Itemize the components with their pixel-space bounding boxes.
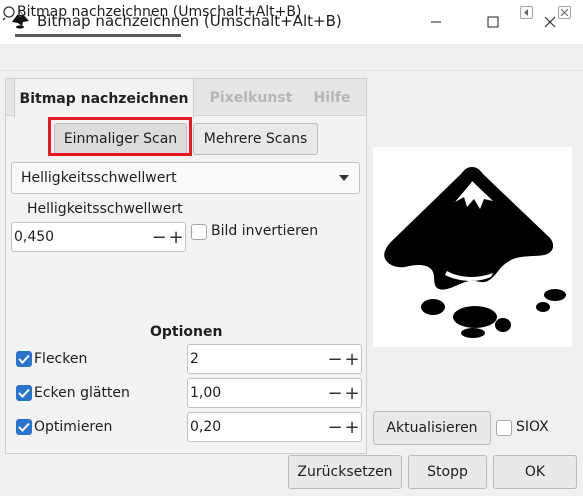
decrement-button[interactable]: − (327, 347, 342, 371)
smooth-corners-value[interactable]: 1,00 (190, 385, 221, 401)
invert-image-checkbox[interactable] (191, 224, 207, 240)
close-icon (561, 9, 568, 16)
speckles-checkbox[interactable] (16, 351, 32, 367)
increment-button[interactable]: + (168, 225, 183, 249)
dialog-header (0, 44, 583, 71)
tab-help[interactable]: Hilfe (302, 79, 362, 117)
multiple-scans-button[interactable]: Mehrere Scans (193, 123, 318, 155)
threshold-value[interactable]: 0,450 (14, 229, 54, 245)
tab-pixel-art[interactable]: Pixelkunst (196, 79, 306, 117)
maximize-button[interactable] (470, 0, 516, 44)
siox-checkbox[interactable] (496, 420, 512, 436)
dock-close-button[interactable] (558, 6, 571, 19)
highlight-box (48, 117, 192, 156)
tab-bitmap-trace[interactable]: Bitmap nachzeichnen (14, 79, 194, 118)
refresh-button[interactable]: Aktualisieren (373, 411, 491, 445)
increment-button[interactable]: + (344, 381, 359, 405)
invert-image-label: Bild invertieren (211, 223, 319, 239)
speckles-label: Flecken (34, 351, 88, 367)
threshold-label: Helligkeitsschwellwert (27, 201, 183, 217)
tab-bar: Bitmap nachzeichnen Pixelkunst Hilfe (5, 78, 367, 118)
increment-button[interactable]: + (344, 415, 359, 439)
dialog-title: Bitmap nachzeichnen (Umschalt+Alt+B) (17, 4, 302, 20)
maximize-icon (487, 16, 499, 28)
speckles-value[interactable]: 2 (190, 351, 199, 367)
chevron-down-icon (339, 175, 349, 181)
threshold-spinbox[interactable]: 0,450 − + (11, 222, 186, 252)
check-icon (18, 388, 30, 398)
active-tab-indicator (15, 34, 181, 37)
dock-collapse-button[interactable] (520, 6, 533, 19)
smooth-corners-checkbox[interactable] (16, 385, 32, 401)
optimize-checkbox[interactable] (16, 419, 32, 435)
check-icon (18, 354, 30, 364)
minimize-icon (431, 21, 441, 23)
optimize-label: Optimieren (34, 419, 113, 435)
reset-button[interactable]: Zurücksetzen (288, 455, 402, 489)
dropdown-value: Helligkeitsschwellwert (21, 170, 177, 186)
trace-preview (373, 147, 572, 347)
minimize-button[interactable] (413, 0, 459, 44)
smooth-corners-label: Ecken glätten (34, 385, 130, 401)
close-icon (544, 16, 556, 28)
arrow-left-icon (524, 9, 528, 16)
stop-button[interactable]: Stopp (408, 455, 487, 489)
trace-bitmap-icon (1, 5, 17, 21)
decrement-button[interactable]: − (327, 415, 342, 439)
speckles-spinbox[interactable]: 2 − + (187, 344, 362, 374)
detection-mode-dropdown[interactable]: Helligkeitsschwellwert (11, 162, 360, 194)
optimize-value[interactable]: 0,20 (190, 419, 221, 435)
increment-button[interactable]: + (344, 347, 359, 371)
inkscape-logo-icon (384, 167, 566, 338)
ok-button[interactable]: OK (493, 455, 577, 489)
options-heading: Optionen (150, 324, 223, 340)
decrement-button[interactable]: − (151, 225, 166, 249)
smooth-corners-spinbox[interactable]: 1,00 − + (187, 378, 362, 408)
siox-label: SIOX (516, 419, 549, 435)
decrement-button[interactable]: − (327, 381, 342, 405)
check-icon (18, 422, 30, 432)
optimize-spinbox[interactable]: 0,20 − + (187, 412, 362, 442)
